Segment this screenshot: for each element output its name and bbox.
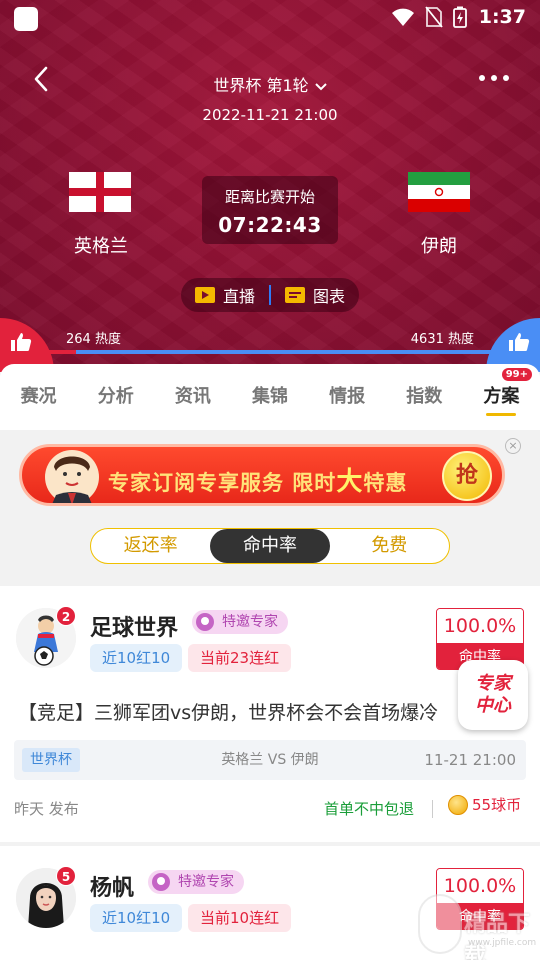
banner-text-b: 特惠 [363,471,408,495]
countdown-value: 07:22:43 [218,213,322,237]
subscription-banner[interactable]: 专家订阅专享服务 限时大特惠 抢 [19,444,505,506]
more-options-button[interactable] [474,66,514,90]
current-streak: 当前10连红 [188,904,292,932]
coin-icon [448,794,468,815]
segment-refund-rate[interactable]: 返还率 [91,529,210,563]
expert-name[interactable]: 杨帆 [90,870,134,902]
tab-label: 赛况 [20,386,57,407]
active-tab-indicator [486,413,517,416]
match-info-bar: 英格兰 VS 伊朗 世界杯 11-21 21:00 [14,740,526,780]
match-time: 11-21 21:00 [424,751,516,769]
expert-tag: 特邀专家 [148,870,244,894]
clock: 1:37 [478,6,526,28]
refund-guarantee: 首单不中包退 [324,800,415,818]
plan-title[interactable]: 【竞足】三狮军团vs伊朗，世界杯会不会首场爆冷 [18,698,438,725]
tab-label: 资讯 [174,386,211,407]
battery-charging-icon [452,6,467,28]
away-heat: 4631 热度 [410,332,474,347]
expert-center-line1: 专家 [475,673,511,694]
match-header: 1:37 世界杯 第1轮 2022-11-21 21:00 英格兰 距离比赛开始… [0,0,540,372]
tab-intel[interactable]: 情报 [309,364,386,430]
expert-tag: 特邀专家 [192,610,288,634]
competition-tag: 世界杯 [22,748,80,772]
no-sim-icon [425,6,443,28]
tab-highlights[interactable]: 集锦 [231,364,308,430]
wifi-icon [391,8,414,26]
hit-rate-value: 100.0% [437,609,523,643]
away-team-name[interactable]: 伊朗 [369,232,509,258]
watermark-text: 精品下载 [464,912,531,960]
expert-tag-label: 特邀专家 [222,614,278,630]
tab-plans[interactable]: 方案 99+ [463,364,540,430]
banner-text-big: 大 [336,467,364,497]
tab-label: 集锦 [251,386,288,407]
tab-label: 分析 [97,386,134,407]
heat-bar [0,350,540,354]
tab-label: 指数 [406,386,443,407]
tab-odds[interactable]: 指数 [386,364,463,430]
tab-label: 方案 [483,386,520,407]
media-switch: 直播 图表 [181,278,359,312]
countdown-label: 距离比赛开始 [224,188,315,206]
grab-button[interactable]: 抢 [442,451,492,501]
expert-badge-icon [152,873,170,891]
countdown-box: 距离比赛开始 07:22:43 [202,176,338,244]
tab-bar: 赛况 分析 资讯 集锦 情报 指数 方案 99+ [0,364,540,430]
home-team-name[interactable]: 英格兰 [31,232,171,258]
play-icon [195,287,215,303]
current-streak: 当前23连红 [188,644,292,672]
segment-hit-rate[interactable]: 命中率 [210,529,330,563]
round-selector[interactable]: 世界杯 第1轮 [0,72,540,96]
tab-label: 情报 [329,386,366,407]
recent-record: 近10红10 [90,644,183,672]
divider [432,800,433,818]
home-heat: 264 热度 [66,332,121,347]
england-flag-icon [69,172,131,212]
expert-center-button[interactable]: 专家 中心 [458,660,528,730]
expert-badge-icon [196,613,214,631]
expert-center-line2: 中心 [475,695,511,716]
iran-flag-icon [408,172,470,212]
tab-match[interactable]: 赛况 [0,364,77,430]
chart-button[interactable]: 图表 [271,283,345,307]
status-icons: 1:37 [391,6,526,28]
avatar-badge: 5 [56,866,76,886]
tab-news[interactable]: 资讯 [154,364,231,430]
round-title: 世界杯 第1轮 [213,76,309,95]
banner-text: 专家订阅专享服务 限时大特惠 [108,461,407,498]
live-label: 直播 [223,287,256,306]
expert-name[interactable]: 足球世界 [90,610,178,642]
chart-label: 图表 [313,287,346,306]
thumbs-up-icon [509,333,530,351]
segment-free[interactable]: 免费 [330,529,449,563]
chart-icon [285,287,306,303]
close-icon[interactable]: × [505,438,521,454]
publish-time: 昨天 发布 [14,800,79,818]
chevron-down-icon [314,82,327,90]
price: 55球币 [448,794,521,815]
match-datetime: 2022-11-21 21:00 [202,106,338,124]
recent-record: 近10红10 [90,904,183,932]
avatar-badge: 2 [56,606,76,626]
thumbs-up-icon [11,333,32,351]
live-button[interactable]: 直播 [181,283,255,307]
watermark: 精品下载 www.jpfile.com [418,890,540,960]
app-notification-icon [14,7,38,31]
expert-avatar-illustration [45,450,99,503]
status-bar: 1:37 [0,0,540,36]
watermark-url: www.jpfile.com [468,938,537,948]
watermark-logo-icon [418,894,462,954]
banner-text-a: 专家订阅专享服务 限时 [108,471,337,495]
tab-badge: 99+ [501,368,532,381]
expert-tag-label: 特邀专家 [178,874,234,890]
sort-segment: 返还率 命中率 免费 [90,528,450,564]
price-value: 55球币 [472,796,522,814]
tab-analysis[interactable]: 分析 [77,364,154,430]
